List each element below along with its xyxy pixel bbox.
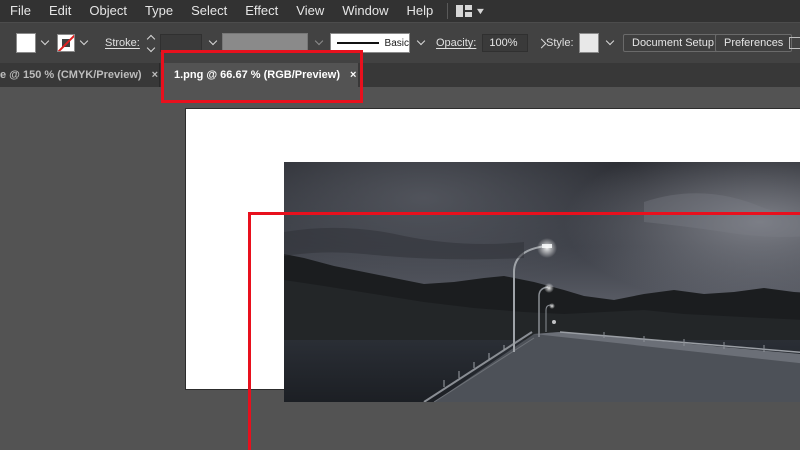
graphic-style-swatch[interactable] bbox=[578, 33, 599, 53]
brush-definition[interactable]: Basic bbox=[330, 33, 410, 53]
menu-window[interactable]: Window bbox=[332, 0, 396, 22]
tab-document-1png[interactable]: 1.png @ 66.67 % (RGB/Preview) × bbox=[162, 63, 358, 87]
arrange-documents-icon[interactable] bbox=[789, 37, 800, 49]
chevron-down-icon[interactable] bbox=[605, 37, 617, 49]
illustrator-window: File Edit Object Type Select Effect View… bbox=[0, 0, 800, 450]
stroke-label: Stroke: bbox=[105, 37, 140, 49]
chevron-down-icon[interactable] bbox=[40, 37, 52, 49]
brush-stroke-preview bbox=[337, 42, 379, 44]
menu-select[interactable]: Select bbox=[181, 0, 235, 22]
close-icon[interactable]: × bbox=[350, 69, 356, 81]
chevron-down-icon[interactable] bbox=[79, 37, 91, 49]
menu-file[interactable]: File bbox=[0, 0, 39, 22]
chevron-down-icon[interactable] bbox=[314, 37, 326, 49]
menu-edit[interactable]: Edit bbox=[39, 0, 79, 22]
opacity-field[interactable]: 100% bbox=[482, 34, 529, 52]
stroke-swatch-none[interactable] bbox=[57, 34, 75, 52]
stroke-weight-field[interactable] bbox=[159, 34, 202, 52]
tab-label: e @ 150 % (CMYK/Preview) bbox=[0, 69, 142, 81]
stroke-swatch-group[interactable] bbox=[57, 23, 91, 63]
brush-label: Basic bbox=[384, 37, 409, 49]
variable-width-profile[interactable] bbox=[222, 33, 308, 53]
chevron-down-icon[interactable] bbox=[208, 37, 220, 49]
workspace-switcher[interactable]: ▼ bbox=[456, 5, 487, 17]
menu-help[interactable]: Help bbox=[396, 0, 441, 22]
opacity-value: 100% bbox=[489, 37, 518, 49]
preferences-button[interactable]: Preferences bbox=[715, 34, 793, 52]
menu-object[interactable]: Object bbox=[79, 0, 135, 22]
opacity-label: Opacity: bbox=[436, 37, 477, 49]
menu-effect[interactable]: Effect bbox=[235, 0, 286, 22]
close-icon[interactable]: × bbox=[152, 69, 158, 81]
chevron-down-icon[interactable] bbox=[416, 37, 428, 49]
stormy-bridge-photo bbox=[284, 162, 800, 402]
control-bar: Stroke: Basic Opacity: 100% Style: Docum… bbox=[0, 22, 800, 64]
menu-bar: File Edit Object Type Select Effect View… bbox=[0, 0, 800, 22]
document-setup-button[interactable]: Document Setup bbox=[623, 34, 723, 52]
style-label: Style: bbox=[546, 37, 574, 49]
document-tab-bar: e @ 150 % (CMYK/Preview) × 1.png @ 66.67… bbox=[0, 63, 800, 87]
menu-divider bbox=[447, 3, 449, 19]
fill-swatch-group[interactable] bbox=[16, 23, 52, 63]
fill-swatch[interactable] bbox=[16, 33, 36, 53]
menu-type[interactable]: Type bbox=[135, 0, 181, 22]
placed-image[interactable] bbox=[284, 162, 800, 402]
workspace-grid-icon bbox=[456, 5, 473, 17]
tab-label: 1.png @ 66.67 % (RGB/Preview) bbox=[174, 69, 340, 81]
tab-document-cmyk[interactable]: e @ 150 % (CMYK/Preview) × bbox=[0, 63, 160, 87]
stroke-weight-stepper[interactable] bbox=[146, 33, 156, 54]
menu-view[interactable]: View bbox=[286, 0, 332, 22]
chevron-down-icon: ▼ bbox=[474, 6, 487, 16]
